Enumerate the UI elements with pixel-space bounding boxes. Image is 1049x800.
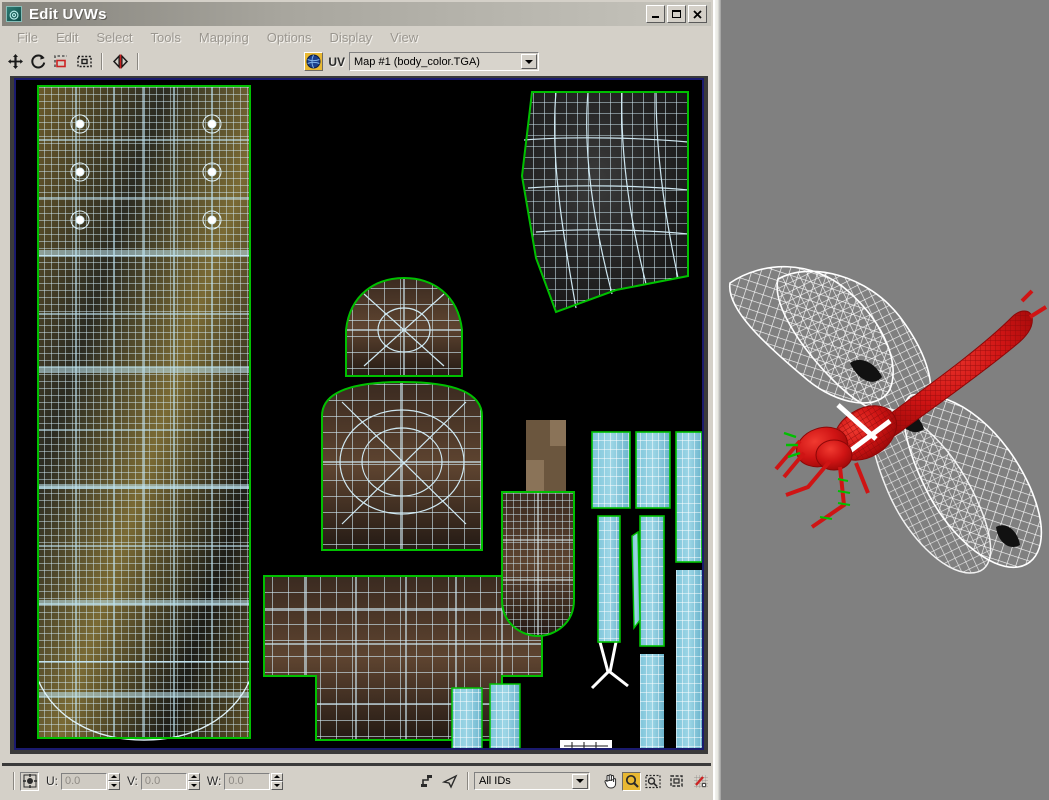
statusbar-left-group: U: 0.0 V: 0.0 W: 0.0 — [8, 768, 284, 794]
zoom-region-icon[interactable] — [643, 771, 663, 791]
edit-uvws-dialog: ◎ Edit UVWs File Edit Select Tools Mappi… — [0, 0, 715, 800]
uv-shell-eye-cap — [501, 491, 575, 638]
u-spinner-arrows[interactable] — [108, 772, 120, 790]
minimize-button[interactable] — [646, 5, 665, 23]
filter-selected-faces-icon[interactable] — [440, 771, 460, 791]
close-button[interactable] — [688, 5, 707, 23]
v-value: 0.0 — [144, 775, 161, 787]
window-controls — [646, 5, 707, 23]
statusbar: U: 0.0 V: 0.0 W: 0.0 All IDs — [2, 763, 711, 798]
w-label: W: — [206, 774, 222, 788]
toolbar-separator-2 — [137, 53, 139, 70]
mirror-tool-icon[interactable] — [110, 52, 130, 72]
menubar[interactable]: File Edit Select Tools Mapping Options D… — [2, 26, 711, 48]
toolbar[interactable]: UV Map #1 (body_color.TGA) — [2, 48, 711, 75]
statusbar-divider — [2, 763, 711, 766]
v-spinner-arrows[interactable] — [187, 772, 200, 790]
move-tool-icon[interactable] — [5, 52, 25, 72]
uv-edit-canvas[interactable] — [14, 78, 704, 750]
material-ids-combo[interactable]: All IDs — [474, 772, 590, 790]
dialog-title: Edit UVWs — [29, 5, 107, 23]
v-spinner[interactable]: 0.0 — [140, 772, 187, 790]
statusbar-separator-1 — [467, 772, 469, 790]
menu-display[interactable]: Display — [321, 28, 382, 47]
lock-selection-icon[interactable] — [416, 771, 436, 791]
max-uvw-icon: ◎ — [6, 6, 22, 22]
u-value: 0.0 — [65, 775, 81, 787]
dialog-titlebar[interactable]: ◎ Edit UVWs — [2, 2, 711, 26]
chevron-down-icon[interactable] — [521, 54, 537, 69]
menu-tools[interactable]: Tools — [142, 28, 190, 47]
w-spinner[interactable]: 0.0 — [224, 772, 271, 790]
scale-tool-icon[interactable] — [51, 52, 71, 72]
menu-select[interactable]: Select — [87, 28, 141, 47]
w-spinner-arrows[interactable] — [271, 772, 284, 790]
snap-toggle-icon[interactable] — [691, 771, 711, 791]
uv-shell-wing — [520, 91, 689, 314]
w-value: 0.0 — [228, 775, 244, 787]
menu-view[interactable]: View — [381, 28, 427, 47]
statusbar-right-group: All IDs — [414, 768, 713, 794]
pan-view-icon[interactable] — [600, 771, 620, 791]
uv-shell-thorax — [321, 380, 483, 551]
center-pivot-icon[interactable] — [20, 771, 39, 791]
uv-channel-label: UV — [328, 54, 345, 69]
statusbar-separator-0 — [13, 772, 15, 790]
u-spinner[interactable]: 0.0 — [61, 772, 107, 790]
rotate-tool-icon[interactable] — [28, 52, 48, 72]
dragonfly-model[interactable] — [700, 255, 1049, 575]
uv-shell-head — [345, 276, 463, 377]
menu-options[interactable]: Options — [258, 28, 321, 47]
show-map-toggle-icon[interactable] — [304, 52, 324, 71]
u-label: U: — [46, 774, 58, 788]
material-ids-value: All IDs — [479, 775, 511, 787]
menu-file[interactable]: File — [8, 28, 47, 47]
menu-mapping[interactable]: Mapping — [190, 28, 258, 47]
v-label: V: — [127, 774, 138, 788]
map-selector-combo[interactable]: Map #1 (body_color.TGA) — [349, 52, 539, 71]
uv-noise-patch — [560, 740, 612, 748]
map-selector-value: Map #1 (body_color.TGA) — [354, 55, 480, 68]
maximize-button[interactable] — [667, 5, 686, 23]
zoom-extents-icon[interactable] — [667, 771, 687, 791]
toolbar-separator-1 — [101, 53, 103, 70]
zoom-view-icon[interactable] — [622, 771, 641, 791]
menu-edit[interactable]: Edit — [47, 28, 87, 47]
dragonfly-legs — [785, 459, 870, 529]
freeform-mode-icon[interactable] — [74, 52, 94, 72]
uv-texture-patch — [526, 420, 566, 500]
chevron-down-icon-ids[interactable] — [572, 773, 588, 789]
uv-shell-abdomen — [37, 85, 251, 741]
